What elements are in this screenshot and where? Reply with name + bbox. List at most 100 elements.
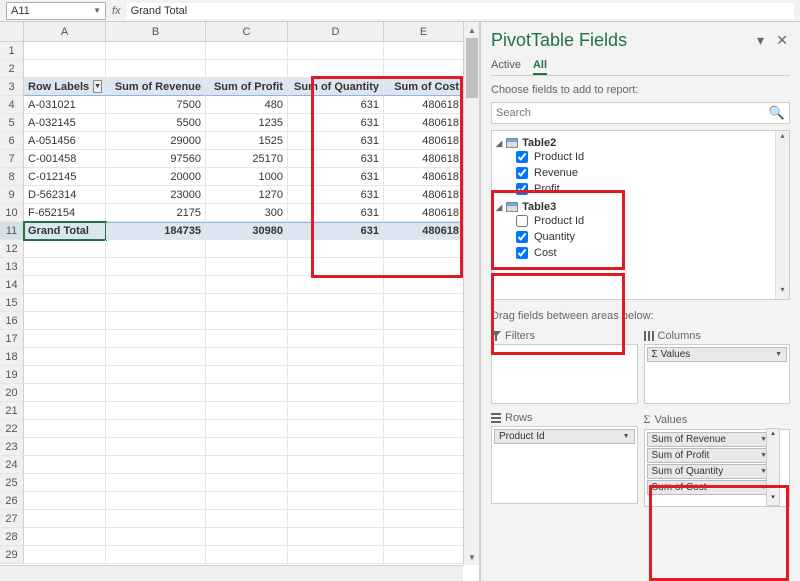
tab-active[interactable]: Active: [491, 57, 521, 75]
cell[interactable]: C-001458: [24, 150, 106, 168]
cell[interactable]: [384, 456, 464, 474]
name-box[interactable]: A11 ▼: [6, 2, 106, 20]
cell[interactable]: 631: [288, 114, 384, 132]
cell[interactable]: [288, 420, 384, 438]
cell[interactable]: [106, 366, 206, 384]
field-checkbox[interactable]: [516, 183, 528, 195]
area-chip[interactable]: Sum of Profit▼: [647, 448, 773, 463]
field-search-input[interactable]: [496, 107, 769, 119]
column-header-A[interactable]: A: [24, 22, 106, 42]
cell[interactable]: [206, 510, 288, 528]
cell[interactable]: [288, 402, 384, 420]
cell[interactable]: 631: [288, 96, 384, 114]
cell[interactable]: Sum of Cost: [384, 78, 464, 96]
cell[interactable]: Sum of Quantity: [288, 78, 384, 96]
cell[interactable]: [206, 42, 288, 60]
row-header[interactable]: 14: [0, 276, 24, 294]
cell[interactable]: [288, 438, 384, 456]
cell[interactable]: [206, 402, 288, 420]
cell[interactable]: [288, 528, 384, 546]
pane-close-icon[interactable]: ✕: [776, 32, 788, 49]
cell[interactable]: [206, 474, 288, 492]
cell[interactable]: [24, 330, 106, 348]
area-chip[interactable]: Sum of Revenue▼: [647, 432, 773, 447]
cell[interactable]: [24, 456, 106, 474]
row-header[interactable]: 18: [0, 348, 24, 366]
cell[interactable]: [106, 348, 206, 366]
cell[interactable]: 23000: [106, 186, 206, 204]
cell[interactable]: [106, 546, 206, 564]
cell[interactable]: 631: [288, 168, 384, 186]
cell[interactable]: 480618: [384, 168, 464, 186]
cell[interactable]: 1525: [206, 132, 288, 150]
column-header-C[interactable]: C: [206, 22, 288, 42]
row-header[interactable]: 11: [0, 222, 24, 240]
cell[interactable]: A-031021: [24, 96, 106, 114]
cell[interactable]: 29000: [106, 132, 206, 150]
area-chip[interactable]: Product Id▼: [494, 429, 635, 444]
cell[interactable]: A-032145: [24, 114, 106, 132]
row-header[interactable]: 12: [0, 240, 24, 258]
cell[interactable]: [106, 438, 206, 456]
cell[interactable]: [288, 474, 384, 492]
cell[interactable]: 480618: [384, 96, 464, 114]
cell[interactable]: [206, 546, 288, 564]
cell[interactable]: [24, 60, 106, 78]
cell[interactable]: [206, 528, 288, 546]
row-header[interactable]: 23: [0, 438, 24, 456]
columns-area[interactable]: Columns Σ Values▼: [644, 328, 791, 404]
tab-all[interactable]: All: [533, 57, 547, 75]
cell[interactable]: [106, 402, 206, 420]
cell[interactable]: Row Labels▼: [24, 78, 106, 96]
cell[interactable]: [288, 60, 384, 78]
cell[interactable]: [384, 312, 464, 330]
row-header[interactable]: 8: [0, 168, 24, 186]
cell[interactable]: [384, 366, 464, 384]
cell[interactable]: [384, 546, 464, 564]
field-checkbox[interactable]: [516, 231, 528, 243]
row-header[interactable]: 27: [0, 510, 24, 528]
values-scroll-up[interactable]: ▴: [767, 429, 779, 441]
cell[interactable]: [384, 330, 464, 348]
cell[interactable]: [206, 276, 288, 294]
field-checkbox[interactable]: [516, 151, 528, 163]
cell[interactable]: [384, 348, 464, 366]
cell[interactable]: [106, 60, 206, 78]
field-checkbox[interactable]: [516, 215, 528, 227]
cell[interactable]: [106, 330, 206, 348]
field-list[interactable]: ◢Table2Product IdRevenueProfit◢Table3Pro…: [491, 130, 790, 300]
row-header[interactable]: 24: [0, 456, 24, 474]
cell[interactable]: [24, 528, 106, 546]
cell[interactable]: 480: [206, 96, 288, 114]
cell[interactable]: 631: [288, 186, 384, 204]
cell[interactable]: [106, 492, 206, 510]
cell[interactable]: [384, 42, 464, 60]
row-header[interactable]: 13: [0, 258, 24, 276]
cell[interactable]: [106, 258, 206, 276]
cell[interactable]: [288, 546, 384, 564]
cell[interactable]: [106, 240, 206, 258]
table-node[interactable]: ◢Table2Product IdRevenueProfit: [496, 135, 785, 199]
cell[interactable]: [384, 492, 464, 510]
row-header[interactable]: 26: [0, 492, 24, 510]
cell[interactable]: 1270: [206, 186, 288, 204]
cell[interactable]: Grand Total: [24, 222, 106, 240]
cell[interactable]: [24, 510, 106, 528]
cell[interactable]: [206, 384, 288, 402]
cell[interactable]: C-012145: [24, 168, 106, 186]
fx-label[interactable]: fx: [112, 5, 121, 17]
cell[interactable]: [24, 240, 106, 258]
cell[interactable]: [288, 312, 384, 330]
cell[interactable]: [106, 510, 206, 528]
cell[interactable]: [384, 276, 464, 294]
field-item[interactable]: Product Id: [496, 213, 785, 229]
rows-box[interactable]: Product Id▼: [491, 426, 638, 504]
cell[interactable]: [24, 474, 106, 492]
column-header-B[interactable]: B: [106, 22, 206, 42]
cell[interactable]: [24, 384, 106, 402]
worksheet[interactable]: ABCDE 1234567891011121314151617181920212…: [0, 22, 480, 581]
cell[interactable]: [206, 438, 288, 456]
cell[interactable]: [288, 492, 384, 510]
area-chip[interactable]: Sum of Quantity▼: [647, 464, 773, 479]
field-list-scroll-up[interactable]: ▴: [776, 131, 789, 145]
